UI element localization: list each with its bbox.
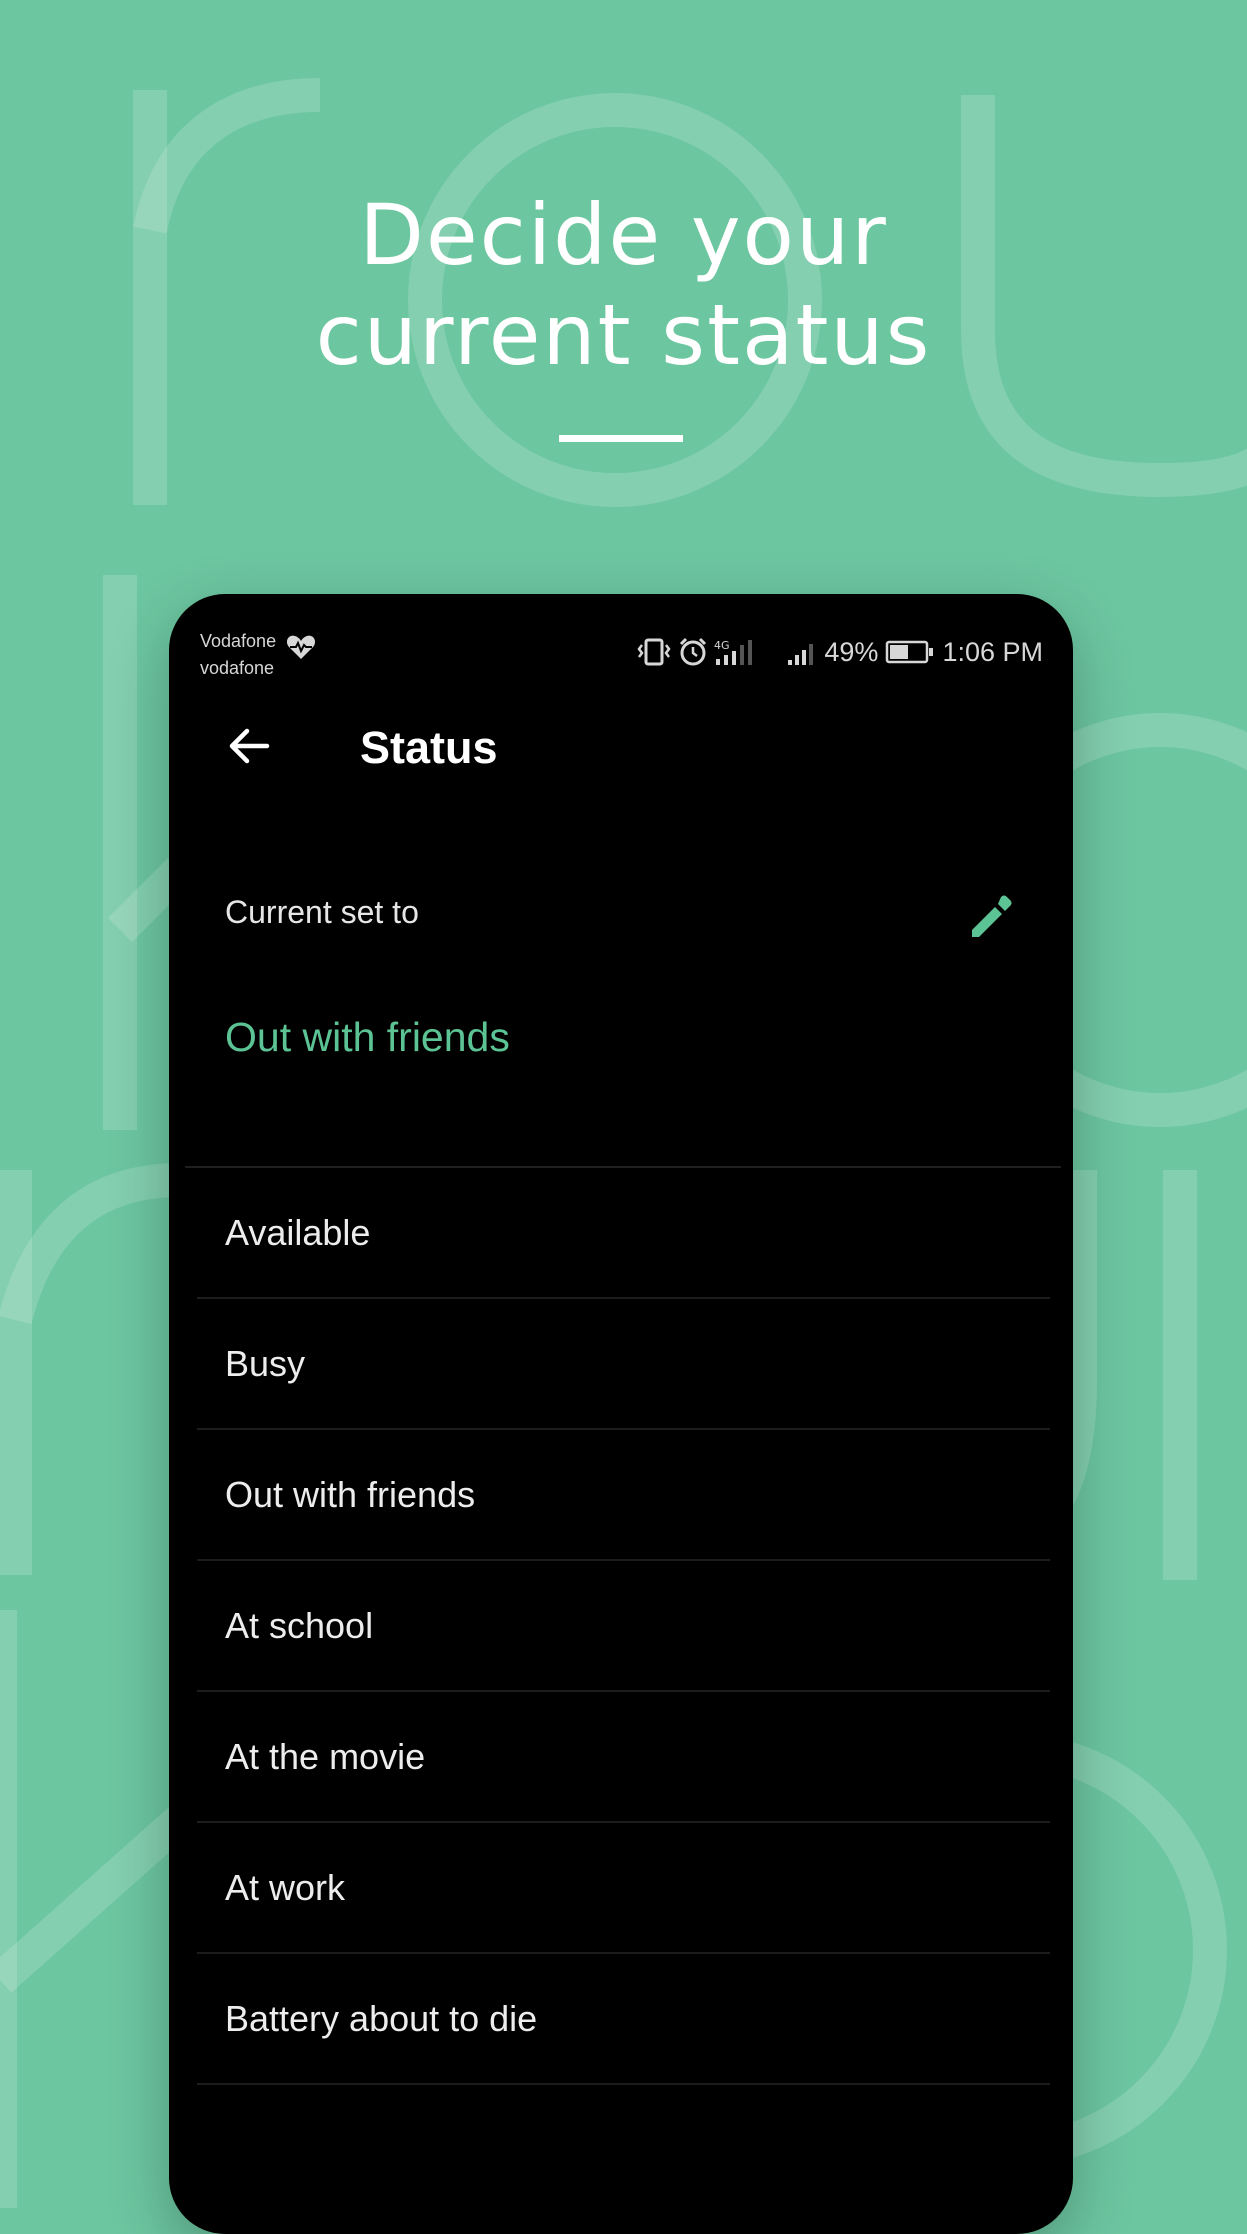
- headline-line-2: current status: [315, 286, 932, 384]
- page-title: Status: [360, 722, 498, 773]
- status-item-at-work[interactable]: At work: [169, 1823, 1073, 1954]
- signal-4g-icon: 4G: [714, 639, 753, 665]
- signal-icon: [788, 644, 814, 665]
- svg-text:4G: 4G: [714, 639, 730, 652]
- status-item-label: At the movie: [225, 1736, 426, 1777]
- status-icons: 4G 49% 1:06 PM: [636, 632, 1043, 672]
- status-list: Available Busy Out with friends At schoo…: [169, 1168, 1073, 2085]
- carrier-line-2: vodafone: [200, 658, 275, 678]
- clock: 1:06 PM: [942, 636, 1043, 667]
- status-item-label: Out with friends: [225, 1474, 476, 1515]
- status-item-label: At work: [225, 1867, 346, 1908]
- current-status-value: Out with friends: [225, 1014, 510, 1060]
- status-item-available[interactable]: Available: [169, 1168, 1073, 1299]
- status-item-out-with-friends[interactable]: Out with friends: [169, 1430, 1073, 1561]
- app-bar: Status: [169, 694, 1073, 794]
- status-item-battery-about-to-die[interactable]: Battery about to die: [169, 1954, 1073, 2085]
- battery-percent: 49%: [824, 636, 879, 667]
- status-item-label: At school: [225, 1605, 374, 1646]
- carrier-info: Vodafone vodafone: [200, 628, 276, 682]
- divider: [197, 2083, 1050, 2085]
- headline-line-1: Decide your: [359, 186, 888, 284]
- battery-icon: [886, 640, 934, 664]
- status-item-at-the-movie[interactable]: At the movie: [169, 1692, 1073, 1823]
- status-item-busy[interactable]: Busy: [169, 1299, 1073, 1430]
- arrow-left-icon[interactable]: [227, 724, 271, 768]
- status-item-label: Busy: [225, 1343, 306, 1384]
- current-status-label: Current set to: [225, 894, 419, 930]
- phone-screen: Vodafone vodafone 4G 49% 1:06 PM Status …: [169, 594, 1073, 2234]
- heart-rate-icon: [286, 635, 316, 659]
- status-bar: Vodafone vodafone 4G 49% 1:06 PM: [169, 594, 1073, 684]
- headline-underline: [559, 435, 683, 442]
- status-item-label: Battery about to die: [225, 1998, 538, 2039]
- status-item-at-school[interactable]: At school: [169, 1561, 1073, 1692]
- status-item-label: Available: [225, 1212, 371, 1253]
- alarm-icon: [680, 637, 707, 666]
- pencil-icon[interactable]: [966, 890, 1018, 942]
- vibrate-icon: [637, 638, 671, 666]
- headline: Decide your current status: [0, 185, 1247, 385]
- carrier-line-1: Vodafone: [200, 631, 277, 651]
